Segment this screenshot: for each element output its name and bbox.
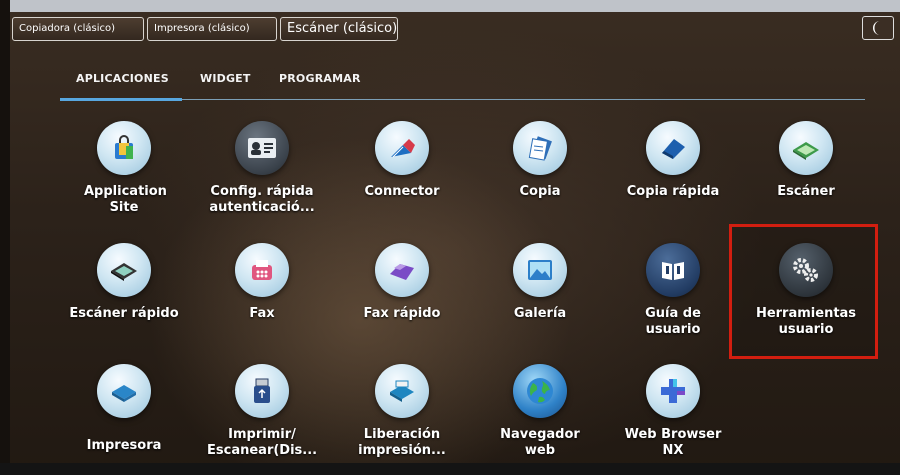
app-web-browser-nx[interactable]: Web Browser NX <box>603 364 743 459</box>
user-guide-book-icon <box>646 243 700 297</box>
print-release-icon <box>375 364 429 418</box>
app-label: Liberación impresión... <box>358 427 446 458</box>
app-label: Escáner <box>777 184 835 199</box>
printer-classic-button[interactable]: Impresora (clásico) <box>147 17 277 41</box>
night-mode-button[interactable] <box>862 16 894 40</box>
app-label: Fax <box>249 306 275 321</box>
fax-icon <box>235 243 289 297</box>
id-card-icon <box>235 121 289 175</box>
app-label: Navegador web <box>500 427 580 458</box>
app-label: Imprimir/ Escanear(Dis... <box>207 427 318 458</box>
app-label: Application Site <box>84 184 167 215</box>
printer-icon <box>97 364 151 418</box>
app-copia-rapida[interactable]: Copia rápida <box>603 121 743 200</box>
app-label: Copia <box>519 184 561 199</box>
shopping-bag-icon <box>97 121 151 175</box>
app-label: Galería <box>513 306 567 321</box>
app-escaner-rapido[interactable]: Escáner rápido <box>54 243 194 322</box>
globe-icon <box>513 364 567 418</box>
app-label: Guía de usuario <box>645 306 701 337</box>
tab-widget[interactable]: WIDGET <box>200 72 251 85</box>
app-galeria[interactable]: Galería <box>470 243 610 322</box>
usb-drive-icon <box>235 364 289 418</box>
quick-scanner-icon <box>97 243 151 297</box>
tab-aplicaciones[interactable]: APLICACIONES <box>76 72 169 85</box>
app-label: Escáner rápido <box>69 306 179 321</box>
app-impresora[interactable]: Impresora <box>54 364 194 454</box>
quick-fax-icon <box>375 243 429 297</box>
screen-bottom-bezel <box>0 463 900 475</box>
app-application-site[interactable]: Application Site <box>54 121 194 216</box>
active-tab-indicator <box>60 98 182 101</box>
app-navegador-web[interactable]: Navegador web <box>470 364 610 459</box>
app-label: Connector <box>364 184 440 199</box>
screen-left-bezel <box>0 0 10 475</box>
scanner-classic-button[interactable]: Escáner (clásico) <box>280 17 398 41</box>
app-label: Fax rápido <box>363 306 441 321</box>
app-guia-de-usuario[interactable]: Guía de usuario <box>603 243 743 338</box>
app-fax-rapido[interactable]: Fax rápido <box>332 243 472 322</box>
app-copia[interactable]: Copia <box>470 121 610 200</box>
quick-copy-icon <box>646 121 700 175</box>
connector-icon <box>375 121 429 175</box>
app-label: Config. rápida autenticació... <box>209 184 315 215</box>
tab-programar[interactable]: PROGRAMAR <box>279 72 361 85</box>
app-config-rapida-autenticacion[interactable]: Config. rápida autenticació... <box>192 121 332 216</box>
app-label: Web Browser NX <box>624 427 722 458</box>
app-label: Copia rápida <box>626 184 720 199</box>
app-imprimir-escanear[interactable]: Imprimir/ Escanear(Dis... <box>192 364 332 459</box>
app-label: Herramientas usuario <box>755 306 857 337</box>
app-liberacion-impresion[interactable]: Liberación impresión... <box>332 364 472 459</box>
moon-icon <box>873 21 880 35</box>
app-herramientas-usuario[interactable]: Herramientas usuario <box>736 243 876 338</box>
app-label: Impresora <box>86 438 162 453</box>
app-escaner[interactable]: Escáner <box>736 121 876 200</box>
tab-divider <box>182 99 865 100</box>
web-browser-nx-icon <box>646 364 700 418</box>
scanner-icon <box>779 121 833 175</box>
copier-classic-button[interactable]: Copiadora (clásico) <box>12 17 144 41</box>
app-connector[interactable]: Connector <box>332 121 472 200</box>
gallery-icon <box>513 243 567 297</box>
copy-documents-icon <box>513 121 567 175</box>
screen-top-bezel <box>0 0 900 12</box>
gears-icon <box>779 243 833 297</box>
app-fax[interactable]: Fax <box>192 243 332 322</box>
